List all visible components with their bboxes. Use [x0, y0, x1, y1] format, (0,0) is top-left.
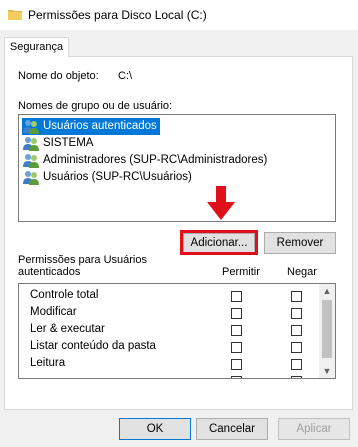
deny-checkbox[interactable] — [291, 291, 302, 302]
cancel-button[interactable]: Cancelar — [196, 418, 268, 440]
permission-row: Ler & executar — [19, 321, 319, 338]
permission-name: Modificar — [30, 306, 77, 318]
permissions-scrollbar[interactable]: ▲ ▼ — [319, 284, 335, 378]
object-name-value: C:\ — [118, 70, 133, 82]
allow-header: Permitir — [222, 266, 260, 278]
tab-security[interactable]: Segurança — [4, 37, 69, 57]
window-title: Permissões para Disco Local (C:) — [28, 8, 207, 22]
deny-checkbox[interactable] — [291, 376, 302, 378]
groups-label: Nomes de grupo ou de usuário: — [18, 100, 173, 112]
allow-checkbox[interactable] — [231, 291, 242, 302]
permission-row: Listar conteúdo da pasta — [19, 338, 319, 355]
allow-checkbox[interactable] — [231, 325, 242, 336]
users-icon — [23, 154, 39, 168]
object-name-label: Nome do objeto: — [18, 70, 99, 82]
users-icon — [23, 120, 39, 134]
red-arrow-icon — [207, 186, 235, 220]
permissions-list[interactable]: Controle total Modificar Ler & executar … — [18, 283, 336, 379]
deny-checkbox[interactable] — [291, 342, 302, 353]
permissions-label: Permissões para Usuários — [18, 254, 147, 266]
list-item-users[interactable]: Usuários (SUP-RC\Usuários) — [22, 169, 192, 186]
allow-checkbox[interactable] — [231, 308, 242, 319]
permission-name: Listar conteúdo da pasta — [30, 340, 156, 352]
list-item-label: SISTEMA — [43, 137, 94, 149]
list-item-label: Usuários autenticados — [43, 120, 157, 132]
users-icon — [23, 171, 39, 185]
allow-checkbox[interactable] — [231, 359, 242, 370]
permission-row-partial — [19, 372, 319, 378]
permission-name: Ler & executar — [30, 323, 105, 335]
allow-checkbox[interactable] — [231, 342, 242, 353]
list-item-system[interactable]: SISTEMA — [22, 135, 93, 152]
apply-button[interactable]: Aplicar — [278, 418, 350, 440]
deny-checkbox[interactable] — [291, 359, 302, 370]
deny-header: Negar — [287, 266, 317, 278]
list-item-label: Administradores (SUP-RC\Administradores) — [43, 154, 268, 166]
permission-row: Leitura — [19, 355, 319, 372]
remove-button[interactable]: Remover — [264, 232, 336, 254]
deny-checkbox[interactable] — [291, 325, 302, 336]
users-icon — [23, 137, 39, 151]
groups-listbox[interactable]: Usuários autenticados SISTEMA Administra… — [18, 114, 336, 222]
list-item-administrators[interactable]: Administradores (SUP-RC\Administradores) — [22, 152, 267, 169]
list-item-authenticated-users[interactable]: Usuários autenticados — [22, 118, 160, 135]
scrollbar-thumb[interactable] — [322, 300, 332, 358]
scroll-up-icon[interactable]: ▲ — [319, 284, 335, 298]
scroll-down-icon[interactable]: ▼ — [319, 364, 335, 378]
highlight-box — [180, 230, 258, 255]
permission-row: Modificar — [19, 304, 319, 321]
permission-row: Controle total — [19, 287, 319, 304]
permission-name: Controle total — [30, 289, 99, 301]
allow-checkbox[interactable] — [231, 376, 242, 378]
ok-button[interactable]: OK — [119, 418, 191, 440]
list-item-label: Usuários (SUP-RC\Usuários) — [43, 171, 192, 183]
deny-checkbox[interactable] — [291, 308, 302, 319]
folder-icon — [8, 10, 22, 20]
permissions-label-line2: autenticados — [18, 266, 81, 278]
permission-name: Leitura — [30, 357, 66, 369]
